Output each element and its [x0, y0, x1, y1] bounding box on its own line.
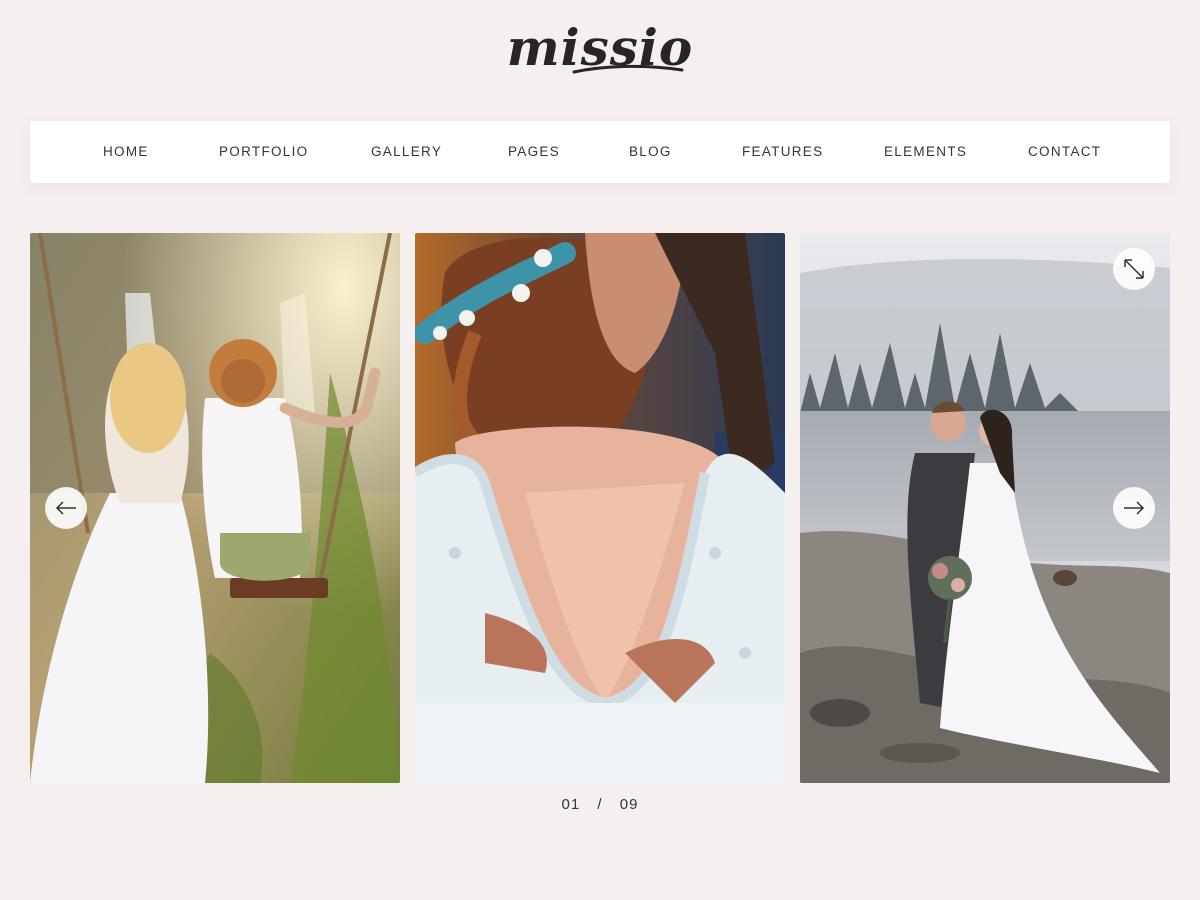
- arrow-left-icon: [55, 501, 76, 515]
- slide-counter-total: 09: [619, 796, 639, 813]
- next-slide-button[interactable]: [1113, 487, 1155, 529]
- gallery-slide-2[interactable]: [415, 233, 785, 783]
- expand-icon: [1124, 259, 1144, 279]
- nav-item-home[interactable]: HOME: [103, 121, 149, 183]
- nav-item-contact[interactable]: CONTACT: [1028, 121, 1101, 183]
- slide-counter-separator: /: [597, 796, 603, 813]
- slide-2-image: [415, 233, 785, 783]
- main-nav: HOME PORTFOLIO GALLERY PAGES BLOG FEATUR…: [30, 121, 1170, 183]
- nav-item-portfolio[interactable]: PORTFOLIO: [219, 121, 308, 183]
- fullscreen-button[interactable]: [1113, 248, 1155, 290]
- nav-item-features[interactable]: FEATURES: [742, 121, 823, 183]
- nav-item-elements[interactable]: ELEMENTS: [884, 121, 967, 183]
- slide-counter: 01 / 09: [0, 796, 1200, 813]
- arrow-right-icon: [1124, 501, 1145, 515]
- prev-slide-button[interactable]: [45, 487, 87, 529]
- nav-item-blog[interactable]: BLOG: [629, 121, 672, 183]
- nav-item-gallery[interactable]: GALLERY: [371, 121, 442, 183]
- site-logo[interactable]: missio: [0, 18, 1200, 78]
- slide-counter-current: 01: [561, 796, 581, 813]
- nav-item-pages[interactable]: PAGES: [508, 121, 560, 183]
- logo-swash: [572, 64, 684, 74]
